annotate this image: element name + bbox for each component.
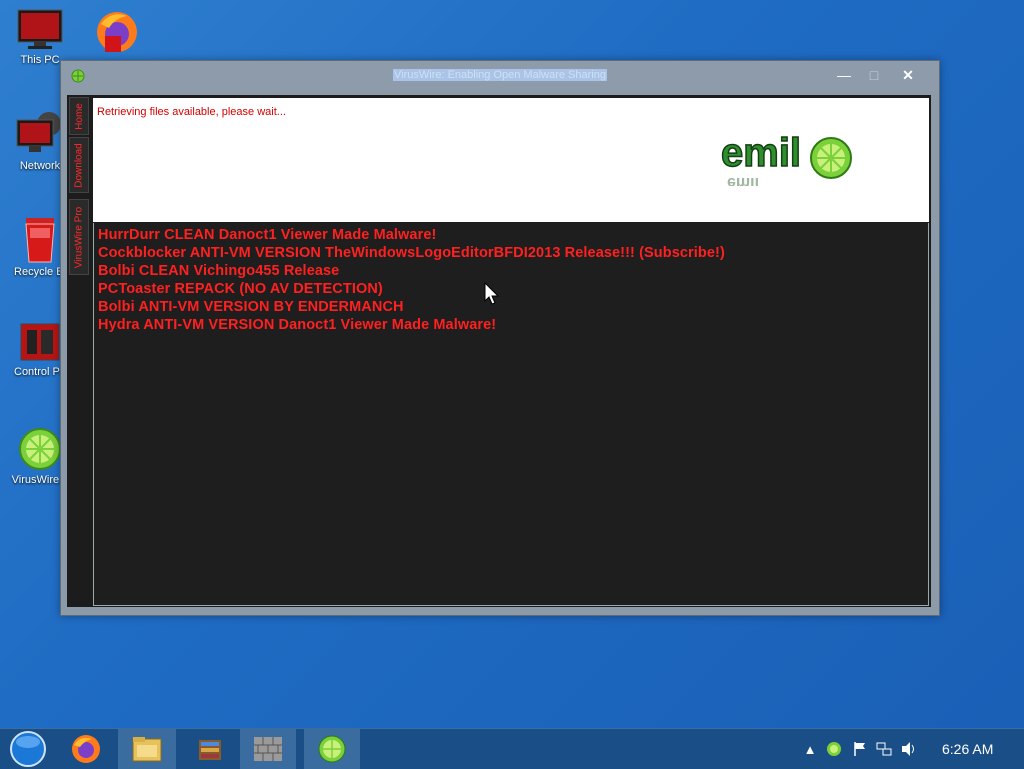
lime-icon — [318, 735, 346, 763]
svg-text:emil: emil — [727, 174, 759, 186]
taskbar-firefox[interactable] — [58, 729, 114, 769]
lime-logo: emil emil — [721, 132, 852, 186]
maximize-button[interactable]: □ — [861, 65, 887, 85]
tab-home[interactable]: Home — [69, 97, 89, 135]
start-orb-icon — [10, 731, 46, 767]
viruswire-window: VirusWire: Enabling Open Malware Sharing… — [60, 60, 940, 616]
close-button[interactable]: ✕ — [895, 65, 921, 85]
tab-download[interactable]: Download — [69, 137, 89, 193]
window-client: Home Download VirusWire Pro Retrieving f… — [67, 95, 931, 607]
firefox-app-icon — [97, 12, 137, 52]
clock[interactable]: 6:26 AM — [942, 741, 993, 757]
monitor-icon — [17, 9, 63, 49]
taskbar-winrar[interactable] — [182, 729, 238, 769]
list-item[interactable]: Cockblocker ANTI-VM VERSION TheWindowsLo… — [98, 245, 725, 261]
folder-icon — [132, 737, 162, 762]
archive-icon — [199, 740, 221, 760]
system-tray: ▲ 6:26 AM — [800, 729, 994, 769]
list-item[interactable]: Bolbi CLEAN Vichingo455 Release — [98, 263, 339, 279]
network-icon — [16, 112, 61, 152]
lime-tray-icon[interactable] — [826, 741, 842, 757]
title-bar[interactable]: VirusWire: Enabling Open Malware Sharing… — [61, 61, 939, 91]
minimize-button[interactable]: — — [831, 65, 857, 85]
desktop-icon-firefox[interactable] — [80, 6, 152, 58]
window-title: VirusWire: Enabling Open Malware Sharing — [61, 69, 939, 81]
brick-wall-icon — [254, 737, 282, 761]
status-panel: Retrieving files available, please wait.… — [93, 98, 929, 222]
tab-home-label: Home — [73, 102, 85, 130]
volume-icon[interactable] — [900, 741, 918, 757]
start-button[interactable] — [0, 729, 56, 769]
taskbar-firewall[interactable] — [240, 729, 296, 769]
taskbar-file-explorer[interactable] — [118, 729, 176, 769]
network-tray-icon[interactable] — [876, 741, 892, 757]
show-hidden-icons-icon[interactable]: ▲ — [800, 742, 820, 757]
taskbar-viruswire[interactable] — [304, 729, 360, 769]
recycle-bin-icon — [25, 218, 55, 263]
file-list: HurrDurr CLEAN Danoct1 Viewer Made Malwa… — [93, 223, 929, 606]
control-panel-icon — [20, 323, 60, 361]
loading-status: Retrieving files available, please wait.… — [97, 106, 286, 118]
list-item[interactable]: PCToaster REPACK (NO AV DETECTION) — [98, 281, 383, 297]
tab-pro-label: VirusWire Pro — [73, 206, 85, 268]
list-item[interactable]: Bolbi ANTI-VM VERSION BY ENDERMANCH — [98, 299, 404, 315]
list-item[interactable]: HurrDurr CLEAN Danoct1 Viewer Made Malwa… — [98, 227, 436, 243]
side-tab-strip: Home Download VirusWire Pro — [67, 95, 89, 607]
taskbar: ▲ 6:26 AM — [0, 728, 1024, 769]
logo-text: emil — [721, 132, 801, 175]
flag-icon[interactable] — [852, 741, 868, 757]
window-title-text: VirusWire: Enabling Open Malware Sharing — [393, 69, 607, 81]
tab-download-label: Download — [73, 142, 85, 188]
list-item[interactable]: Hydra ANTI-VM VERSION Danoct1 Viewer Mad… — [98, 317, 496, 333]
tab-viruswire-pro[interactable]: VirusWire Pro — [69, 199, 89, 275]
firefox-icon — [72, 735, 100, 763]
desktop-icon-this-pc[interactable]: This PC — [4, 8, 76, 66]
lime-icon — [19, 428, 61, 470]
mouse-cursor-icon — [484, 282, 500, 305]
